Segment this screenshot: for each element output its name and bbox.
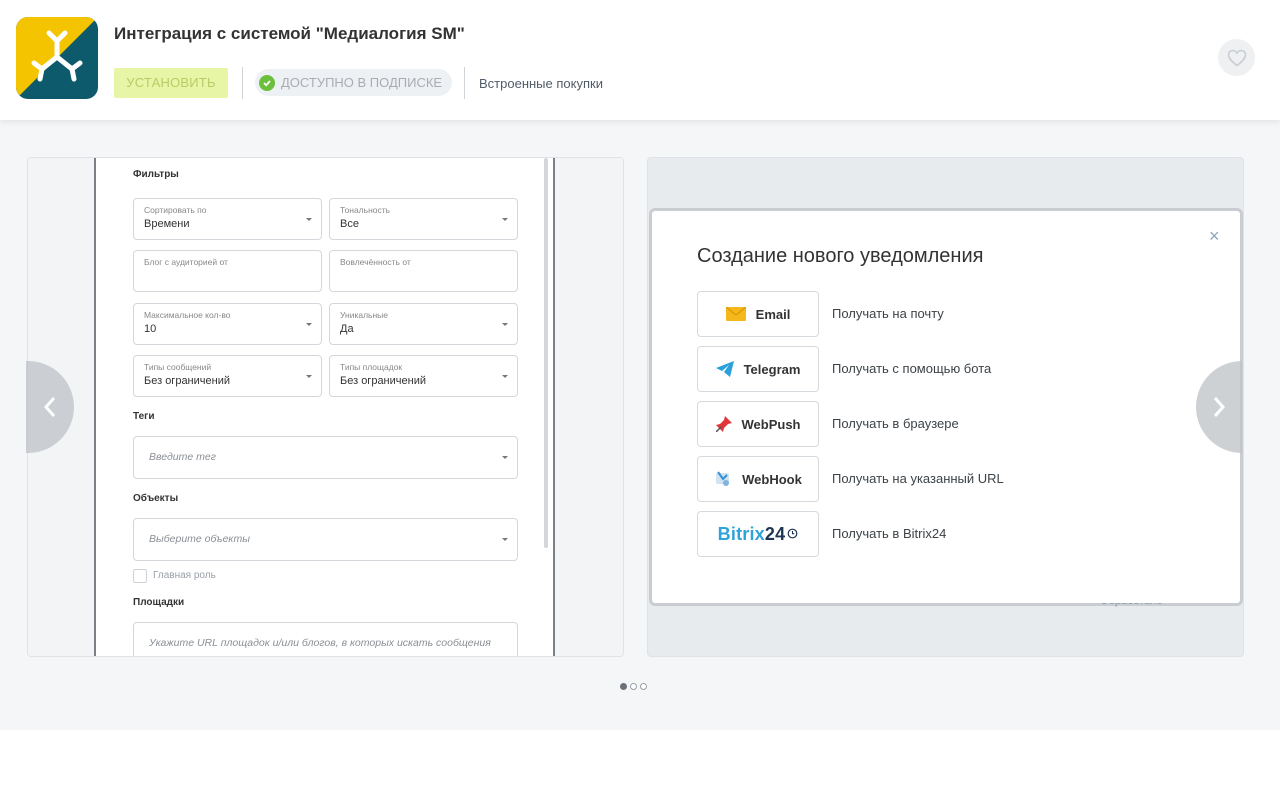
app-title: Интеграция с системой "Медиалогия SM": [114, 24, 465, 43]
screenshot-gallery: Фильтры Сортировать по Времени Тональнос…: [0, 120, 1280, 730]
carousel-dot[interactable]: [630, 683, 637, 690]
chevron-down-icon: [306, 375, 312, 378]
main-role-label: Главная роль: [153, 570, 216, 581]
channel-telegram-button: Telegram: [697, 346, 819, 392]
app-logo-icon: [16, 17, 98, 99]
main-role-checkbox: [133, 569, 147, 583]
chevron-down-icon: [306, 218, 312, 221]
chevron-left-icon: [43, 397, 56, 417]
carousel-dot[interactable]: [640, 683, 647, 690]
channel-desc: Получать в браузере: [832, 416, 959, 431]
filters-title: Фильтры: [133, 169, 179, 180]
platforms-input: Укажите URL площадок и/или блогов, в кот…: [133, 622, 518, 656]
field-value: 10: [144, 323, 157, 335]
divider: [242, 67, 243, 99]
channel-name: WebPush: [741, 416, 801, 432]
objects-placeholder: Выберите объекты: [149, 533, 250, 545]
install-button[interactable]: УСТАНОВИТЬ: [114, 68, 228, 98]
field-label: Типы сообщений: [144, 362, 212, 372]
unique-select: Уникальные Да: [329, 303, 518, 345]
field-label: Сортировать по: [144, 205, 207, 215]
message-types-select: Типы сообщений Без ограничений: [133, 355, 322, 397]
slide-background-right: [553, 158, 623, 656]
audience-field: Блог с аудиторией от: [133, 250, 322, 292]
divider: [464, 67, 465, 99]
channel-email-button: Email: [697, 291, 819, 337]
field-label: Блог с аудиторией от: [144, 257, 228, 267]
carousel-dot[interactable]: [620, 683, 627, 690]
channel-desc: Получать с помощью бота: [832, 361, 992, 376]
favorite-button[interactable]: [1218, 39, 1255, 76]
pin-icon: [715, 416, 732, 432]
telegram-icon: [715, 361, 734, 377]
notification-modal: Создание нового уведомления × Email Полу…: [652, 211, 1240, 603]
subscription-badge: ДОСТУПНО В ПОДПИСКЕ: [255, 69, 453, 96]
tonality-select: Тональность Все: [329, 198, 518, 240]
app-header: Интеграция с системой "Медиалогия SM" УС…: [0, 0, 1280, 120]
modal-title: Создание нового уведомления: [697, 245, 984, 267]
tags-input: Введите тег: [133, 436, 518, 479]
channel-name: Email: [755, 306, 791, 322]
field-label: Типы площадок: [340, 362, 403, 372]
platforms-title: Площадки: [133, 597, 185, 608]
max-count-select: Максимальное кол-во 10: [133, 303, 322, 345]
channel-name: Telegram: [743, 361, 801, 377]
field-value: Да: [340, 323, 354, 335]
field-value: Без ограничений: [144, 375, 230, 387]
channel-webhook-button: WebHook: [697, 456, 819, 502]
channel-desc: Получать на почту: [832, 306, 944, 321]
platform-types-select: Типы площадок Без ограничений: [329, 355, 518, 397]
webhook-icon: [716, 471, 730, 486]
channel-webpush-button: WebPush: [697, 401, 819, 447]
chevron-down-icon: [502, 375, 508, 378]
field-label: Максимальное кол-во: [144, 310, 231, 320]
check-circle-icon: [259, 74, 275, 91]
chevron-down-icon: [502, 323, 508, 326]
chevron-right-icon: [1213, 397, 1226, 417]
engagement-field: Вовлечённость от: [329, 250, 518, 292]
screenshot-slide-1[interactable]: Фильтры Сортировать по Времени Тональнос…: [27, 157, 624, 657]
chevron-down-icon: [306, 323, 312, 326]
scrollbar: [544, 158, 548, 548]
objects-title: Объекты: [133, 493, 179, 504]
sort-select: Сортировать по Времени: [133, 198, 322, 240]
in-app-purchases-label: Встроенные покупки: [479, 76, 603, 91]
chevron-down-icon: [502, 218, 508, 221]
heart-icon: [1227, 49, 1246, 67]
field-label: Уникальные: [340, 310, 389, 320]
channel-bitrix24-button: Bitrix24: [697, 511, 819, 557]
field-label: Тональность: [340, 205, 391, 215]
field-value: Все: [340, 218, 359, 230]
envelope-icon: [725, 307, 746, 321]
channel-desc: Получать в Bitrix24: [832, 526, 947, 541]
bitrix24-logo: Bitrix24: [718, 524, 799, 545]
channel-name: WebHook: [742, 471, 802, 487]
chevron-down-icon: [502, 538, 508, 541]
field-label: Вовлечённость от: [340, 257, 411, 267]
screenshot-slide-2[interactable]: Обработано Создание нового уведомления ×…: [647, 157, 1244, 657]
platforms-placeholder: Укажите URL площадок и/или блогов, в кот…: [149, 637, 491, 649]
close-icon: ×: [1209, 226, 1220, 246]
carousel-dots: [620, 683, 647, 690]
objects-input: Выберите объекты: [133, 518, 518, 561]
channel-desc: Получать на указанный URL: [832, 471, 1004, 486]
tags-title: Теги: [133, 411, 155, 422]
tags-placeholder: Введите тег: [149, 451, 216, 463]
filters-form: Фильтры Сортировать по Времени Тональнос…: [98, 158, 553, 656]
field-value: Времени: [144, 218, 190, 230]
field-value: Без ограничений: [340, 375, 426, 387]
subscription-label: ДОСТУПНО В ПОДПИСКЕ: [281, 75, 443, 90]
chevron-down-icon: [502, 456, 508, 459]
